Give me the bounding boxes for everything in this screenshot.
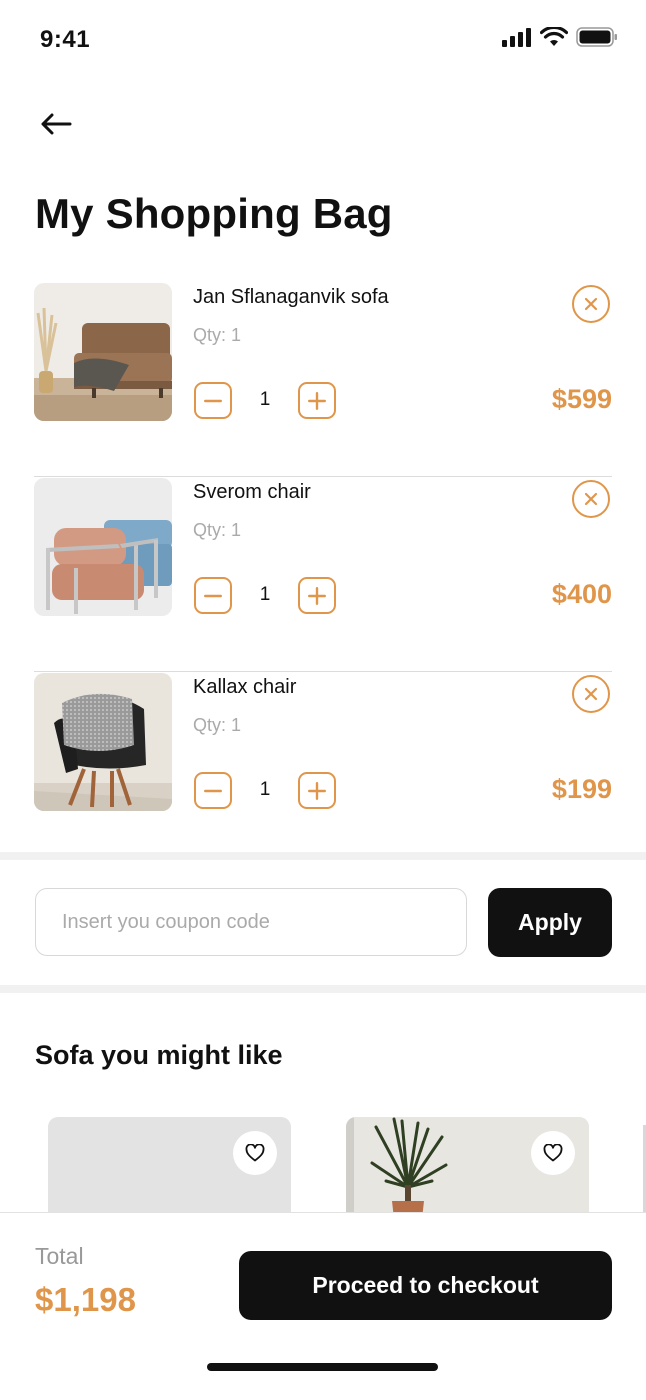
cart-list: Jan Sflanaganvik sofa Qty: 1 1 $599 Sver…	[34, 282, 612, 867]
decrease-qty-button[interactable]	[194, 382, 232, 419]
remove-item-button[interactable]	[572, 285, 610, 323]
product-image-chair[interactable]	[34, 673, 172, 811]
product-qty-label: Qty: 1	[193, 715, 242, 735]
home-indicator	[207, 1363, 438, 1371]
product-qty-label: Qty: 1	[193, 325, 242, 345]
favorite-button[interactable]	[233, 1131, 277, 1175]
product-price: $599	[551, 384, 612, 414]
increase-qty-button[interactable]	[298, 382, 336, 419]
suggestions-title: Sofa you might like	[35, 1040, 283, 1070]
remove-item-button[interactable]	[572, 480, 610, 518]
section-divider	[0, 985, 646, 993]
arrow-left-icon	[41, 113, 72, 135]
wifi-icon	[540, 27, 568, 46]
minus-icon	[204, 399, 222, 402]
product-image-chair[interactable]	[34, 478, 172, 616]
decrease-qty-button[interactable]	[194, 772, 232, 809]
product-price: $400	[551, 579, 612, 609]
total-label: Total	[35, 1243, 84, 1269]
coupon-code-input[interactable]	[35, 888, 467, 956]
cart-item: Kallax chair Qty: 1 1 $199	[34, 672, 612, 867]
favorite-button[interactable]	[531, 1131, 575, 1175]
qty-value: 1	[259, 389, 271, 410]
status-time: 9:41	[40, 26, 91, 53]
increase-qty-button[interactable]	[298, 577, 336, 614]
cart-item: Jan Sflanaganvik sofa Qty: 1 1 $599	[34, 282, 612, 477]
apply-coupon-button[interactable]: Apply	[488, 888, 612, 957]
plus-icon	[308, 391, 326, 410]
cart-item: Sverom chair Qty: 1 1 $400	[34, 477, 612, 672]
product-price: $199	[551, 774, 612, 804]
heart-icon	[543, 1144, 563, 1162]
increase-qty-button[interactable]	[298, 772, 336, 809]
back-button[interactable]	[40, 104, 84, 144]
close-icon	[584, 492, 598, 506]
close-icon	[584, 297, 598, 311]
section-divider	[0, 852, 646, 860]
checkout-bar: Total $1,198 Proceed to checkout	[0, 1212, 646, 1400]
product-name: Jan Sflanaganvik sofa	[193, 286, 389, 308]
total-value: $1,198	[35, 1281, 136, 1318]
minus-icon	[204, 594, 222, 597]
product-qty-label: Qty: 1	[193, 520, 242, 540]
plus-icon	[308, 586, 326, 605]
checkout-button[interactable]: Proceed to checkout	[239, 1251, 612, 1320]
page-title: My Shopping Bag	[35, 190, 393, 237]
close-icon	[584, 687, 598, 701]
product-name: Kallax chair	[193, 676, 297, 698]
cellular-signal-icon	[502, 28, 531, 47]
heart-icon	[245, 1144, 265, 1162]
qty-value: 1	[259, 584, 271, 605]
decrease-qty-button[interactable]	[194, 577, 232, 614]
plus-icon	[308, 781, 326, 800]
minus-icon	[204, 789, 222, 792]
status-icons	[502, 27, 618, 47]
qty-value: 1	[259, 779, 271, 800]
product-name: Sverom chair	[193, 481, 311, 503]
product-image-sofa[interactable]	[34, 283, 172, 421]
battery-icon	[576, 27, 617, 47]
remove-item-button[interactable]	[572, 675, 610, 713]
status-bar: 9:41	[0, 0, 646, 80]
